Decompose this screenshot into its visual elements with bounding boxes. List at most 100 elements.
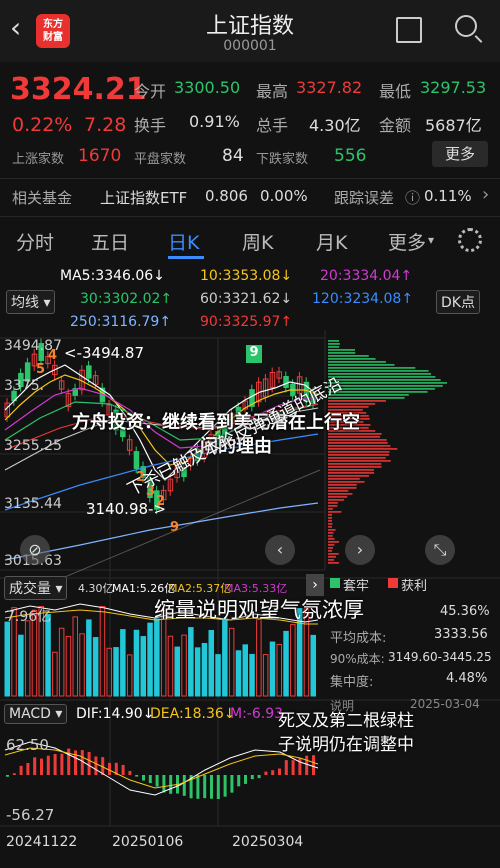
macd-bar [257,775,261,779]
volume-bar [147,622,153,697]
chip-bar [328,481,365,483]
search-icon[interactable] [455,15,477,37]
dk-point-button[interactable]: DK点 [436,290,480,314]
volume-bar [154,618,160,697]
gear-icon[interactable] [458,228,482,252]
chip-bar [328,403,376,405]
divider [0,178,500,179]
divider [0,216,500,217]
page-title: 上证指数 [205,14,294,39]
chip-bar [328,340,340,342]
chip-bar [328,538,335,540]
volume-axis-top: 7.96亿 [6,609,52,625]
down-count-value: 556 [334,146,367,166]
macd-bar [182,775,186,796]
ma10-label: 10:3353.08↓ [200,268,293,284]
volume-bar [222,618,228,697]
macd-bar [6,775,9,777]
ma250-label: 250:3116.79↑ [70,314,172,330]
profit-legend-swatch [388,578,398,588]
volume-bar [215,654,221,697]
info-icon[interactable]: ⓘ [405,187,420,208]
zoom-out-icon[interactable]: ⊘ [20,535,50,565]
macd-m: M:-6.93 [230,706,284,722]
chip-bar [328,436,381,438]
chip-bar [328,517,332,519]
macd-axis-top: 62.50 [6,736,49,754]
chip-bar [328,454,390,456]
chip-bar [328,520,332,522]
tab-daily-k[interactable]: 日K [168,228,199,255]
chevron-right-icon[interactable]: › [306,574,324,596]
tab-intraday[interactable]: 分时 [16,228,54,255]
macd-bar [237,775,241,787]
profit-ratio-value: 45.36% [440,604,490,619]
chip-bar [328,376,436,378]
last-price: 3324.21 [10,72,147,107]
app-logo: 东方 财富 [36,14,70,48]
volume-bar [86,619,92,697]
chip-bar [328,553,339,555]
tab-more[interactable]: 更多 [388,228,426,255]
chip-bar [328,547,334,549]
tracking-error-value: 0.11% [424,187,472,205]
chevron-down-icon[interactable]: ▾ [428,233,434,247]
volume-bar [45,614,51,697]
fullscreen-icon[interactable]: ⤡ [425,535,455,565]
chip-bar [328,532,334,534]
macd-bar [216,775,220,800]
volume-annotation: 缩量说明观望气氛浓厚 [154,598,364,622]
axis-mid-label: 3375. [4,378,45,394]
macd-indicator-selector[interactable]: MACD ▾ [4,704,68,724]
volume-bar [201,642,208,697]
macd-bar [19,765,23,775]
fund-name[interactable]: 上证指数ETF [100,187,187,208]
macd-bar [94,756,98,775]
sequence-marker: 5 [36,362,46,377]
macd-annotation-line1: 死叉及第二根绿柱 [278,711,414,731]
chip-bar [328,385,443,387]
volume-bar [133,629,140,697]
macd-bar [305,755,309,775]
volume-bar [120,629,126,697]
candle-body [283,375,289,389]
chevron-left-icon[interactable]: ‹ [10,14,21,42]
volume-value: 4.30亿 [78,582,114,595]
logo-text-bottom: 财富 [43,32,63,43]
scroll-right-icon[interactable]: › [345,535,375,565]
volume-bar [242,644,248,697]
chip-bar [328,490,349,492]
tab-monthly-k[interactable]: 月K [316,228,347,255]
tab-five-day[interactable]: 五日 [91,228,129,255]
open-value: 3300.50 [174,78,241,97]
concentration-label: 集中度: [330,675,374,690]
macd-bar [142,775,145,781]
chip-bar [328,439,387,441]
macd-bar [46,755,50,775]
chip-bar [328,460,391,462]
change-percent: 0.22% [12,114,73,136]
indicator-label: 均线 [11,295,39,311]
chip-bar [328,505,338,507]
chip-bar [328,397,405,399]
chip-bar [328,343,340,345]
tab-weekly-k[interactable]: 周K [242,228,273,255]
more-button[interactable]: 更多 [432,141,488,167]
chevron-right-icon[interactable]: › [482,184,489,205]
indicator-selector[interactable]: 均线 ▾ [6,290,56,314]
macd-bar [162,775,166,793]
chip-bar [328,508,333,510]
macd-bar [223,775,227,797]
low-label: 最低 [379,82,412,101]
macd-bar [264,771,268,775]
chip-bar [328,514,332,516]
volume-label: 成交量 [9,581,51,597]
volume-indicator-selector[interactable]: 成交量 ▾ [4,576,68,600]
scroll-left-icon[interactable]: ‹ [265,535,295,565]
chip-bar [328,511,342,513]
date-label-start: 20241122 [6,834,78,850]
share-icon[interactable] [396,17,422,43]
chip-bar [328,526,332,528]
macd-bar [40,758,43,775]
volume-bar [174,646,180,697]
